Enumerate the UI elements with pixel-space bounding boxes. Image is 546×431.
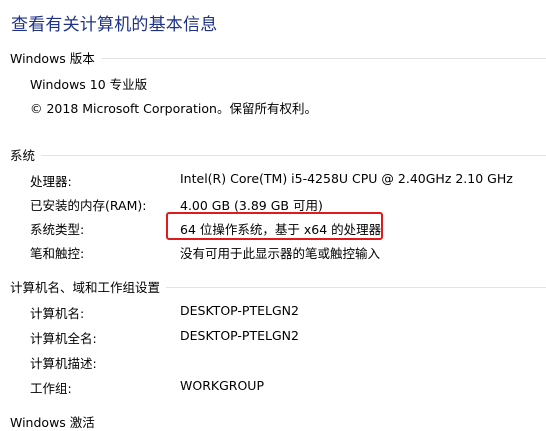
computer-row-name: 计算机名: DESKTOP-PTELGN2 xyxy=(30,303,546,321)
section-divider xyxy=(41,154,546,156)
system-row-processor: 处理器: Intel(R) Core(TM) i5-4258U CPU @ 2.… xyxy=(30,171,546,189)
highlight-box xyxy=(166,212,383,240)
row-value: DESKTOP-PTELGN2 xyxy=(180,303,299,318)
windows-copyright: © 2018 Microsoft Corporation。保留所有权利。 xyxy=(30,101,317,116)
row-value: 没有可用于此显示器的笔或触控输入 xyxy=(180,246,381,261)
row-label: 计算机描述: xyxy=(30,356,97,371)
row-value: DESKTOP-PTELGN2 xyxy=(180,328,299,343)
computer-row-workgroup: 工作组: WORKGROUP xyxy=(30,378,546,396)
row-value: WORKGROUP xyxy=(180,378,264,393)
row-label: 工作组: xyxy=(30,381,72,396)
section-title-system: 系统 xyxy=(10,147,36,163)
system-row-pen-touch: 笔和触控: 没有可用于此显示器的笔或触控输入 xyxy=(30,243,546,261)
section-header-system: 系统 xyxy=(10,145,546,163)
row-label: 处理器: xyxy=(30,174,72,189)
page-title: 查看有关计算机的基本信息 xyxy=(11,15,218,35)
row-label: 已安装的内存(RAM): xyxy=(30,198,147,213)
computer-row-description: 计算机描述: xyxy=(30,353,546,371)
section-divider xyxy=(166,286,546,288)
row-label: 笔和触控: xyxy=(30,246,85,261)
row-label: 系统类型: xyxy=(30,222,85,237)
section-header-computer-name: 计算机名、域和工作组设置 xyxy=(10,277,546,295)
row-label: 计算机名: xyxy=(30,306,85,321)
windows-edition-name: Windows 10 专业版 xyxy=(30,77,148,92)
section-title-windows-edition: Windows 版本 xyxy=(10,50,95,66)
section-header-windows-edition: Windows 版本 xyxy=(10,48,546,66)
section-title-computer-name: 计算机名、域和工作组设置 xyxy=(10,279,161,295)
row-value: Intel(R) Core(TM) i5-4258U CPU @ 2.40GHz… xyxy=(180,171,513,186)
row-label: 计算机全名: xyxy=(30,331,97,346)
computer-row-full-name: 计算机全名: DESKTOP-PTELGN2 xyxy=(30,328,546,346)
system-row-ram: 已安装的内存(RAM): 4.00 GB (3.89 GB 可用) xyxy=(30,195,546,213)
section-divider xyxy=(100,57,546,59)
